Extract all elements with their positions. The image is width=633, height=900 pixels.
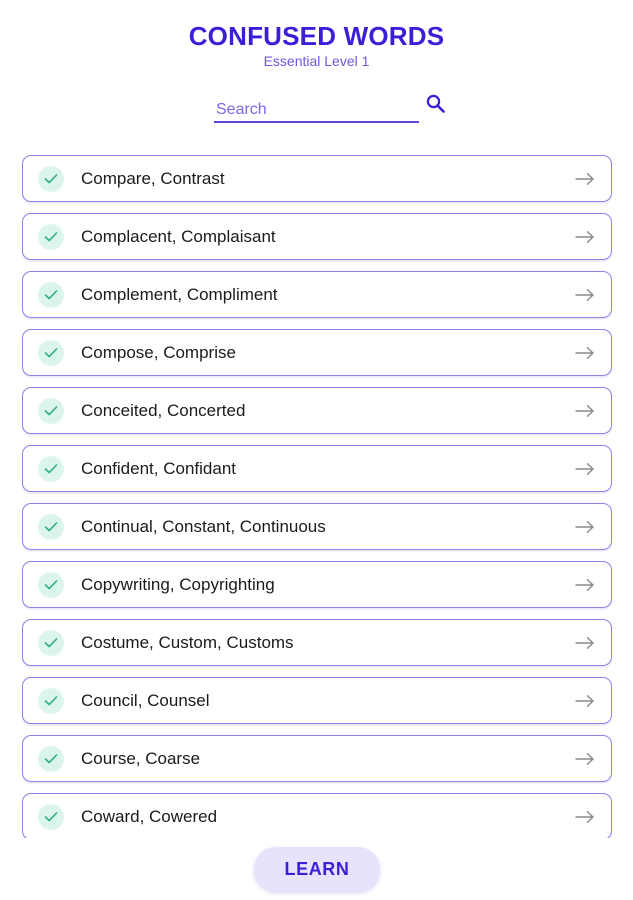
arrow-right-icon[interactable] xyxy=(575,230,595,244)
arrow-right-icon[interactable] xyxy=(575,172,595,186)
list-item-label: Confident, Confidant xyxy=(81,459,236,478)
check-icon xyxy=(38,282,64,308)
check-icon xyxy=(38,804,64,830)
list-item[interactable]: Compare, Contrast xyxy=(22,155,612,202)
list-item-label: Complacent, Complaisant xyxy=(81,227,276,246)
search-icon[interactable] xyxy=(425,93,447,115)
confused-words-screen: CONFUSED WORDS Essential Level 1 Compare… xyxy=(0,0,633,900)
arrow-right-icon[interactable] xyxy=(575,752,595,766)
list-item[interactable]: Course, Coarse xyxy=(22,735,612,782)
check-icon xyxy=(38,746,64,772)
list-item[interactable]: Conceited, Concerted xyxy=(22,387,612,434)
header: CONFUSED WORDS Essential Level 1 xyxy=(0,20,633,69)
arrow-right-icon[interactable] xyxy=(575,520,595,534)
check-icon xyxy=(38,398,64,424)
list-item[interactable]: Complacent, Complaisant xyxy=(22,213,612,260)
list-item-label: Compare, Contrast xyxy=(81,169,225,188)
list-item-label: Costume, Custom, Customs xyxy=(81,633,294,652)
check-icon xyxy=(38,224,64,250)
check-icon xyxy=(38,572,64,598)
list-item-label: Compose, Comprise xyxy=(81,343,236,362)
arrow-right-icon[interactable] xyxy=(575,578,595,592)
word-pair-list: Compare, Contrast Complacent, Complaisan… xyxy=(22,155,612,838)
list-item[interactable]: Compose, Comprise xyxy=(22,329,612,376)
check-icon xyxy=(38,514,64,540)
page-title: CONFUSED WORDS xyxy=(188,21,445,51)
list-item[interactable]: Council, Counsel xyxy=(22,677,612,724)
list-item[interactable]: Complement, Compliment xyxy=(22,271,612,318)
list-item-label: Coward, Cowered xyxy=(81,807,218,826)
list-item[interactable]: Copywriting, Copyrighting xyxy=(22,561,612,608)
list-item-label: Council, Counsel xyxy=(81,691,210,710)
list-item-label: Complement, Compliment xyxy=(81,285,278,304)
arrow-right-icon[interactable] xyxy=(575,462,595,476)
learn-button[interactable]: LEARN xyxy=(254,847,380,891)
list-item-label: Continual, Constant, Continuous xyxy=(81,517,326,536)
list-item[interactable]: Confident, Confidant xyxy=(22,445,612,492)
list-item-label: Copywriting, Copyrighting xyxy=(81,575,275,594)
check-icon xyxy=(38,456,64,482)
arrow-right-icon[interactable] xyxy=(575,404,595,418)
check-icon xyxy=(38,166,64,192)
check-icon xyxy=(38,688,64,714)
list-item[interactable]: Costume, Custom, Customs xyxy=(22,619,612,666)
list-item[interactable]: Coward, Cowered xyxy=(22,793,612,838)
page-subtitle: Essential Level 1 xyxy=(263,53,370,69)
check-icon xyxy=(38,630,64,656)
arrow-right-icon[interactable] xyxy=(575,636,595,650)
list-item-label: Conceited, Concerted xyxy=(81,401,246,420)
list-item[interactable]: Continual, Constant, Continuous xyxy=(22,503,612,550)
arrow-right-icon[interactable] xyxy=(575,810,595,824)
arrow-right-icon[interactable] xyxy=(575,346,595,360)
arrow-right-icon[interactable] xyxy=(575,694,595,708)
check-icon xyxy=(38,340,64,366)
search-input[interactable] xyxy=(214,99,419,123)
arrow-right-icon[interactable] xyxy=(575,288,595,302)
list-item-label: Course, Coarse xyxy=(81,749,201,768)
search-bar xyxy=(214,93,446,127)
